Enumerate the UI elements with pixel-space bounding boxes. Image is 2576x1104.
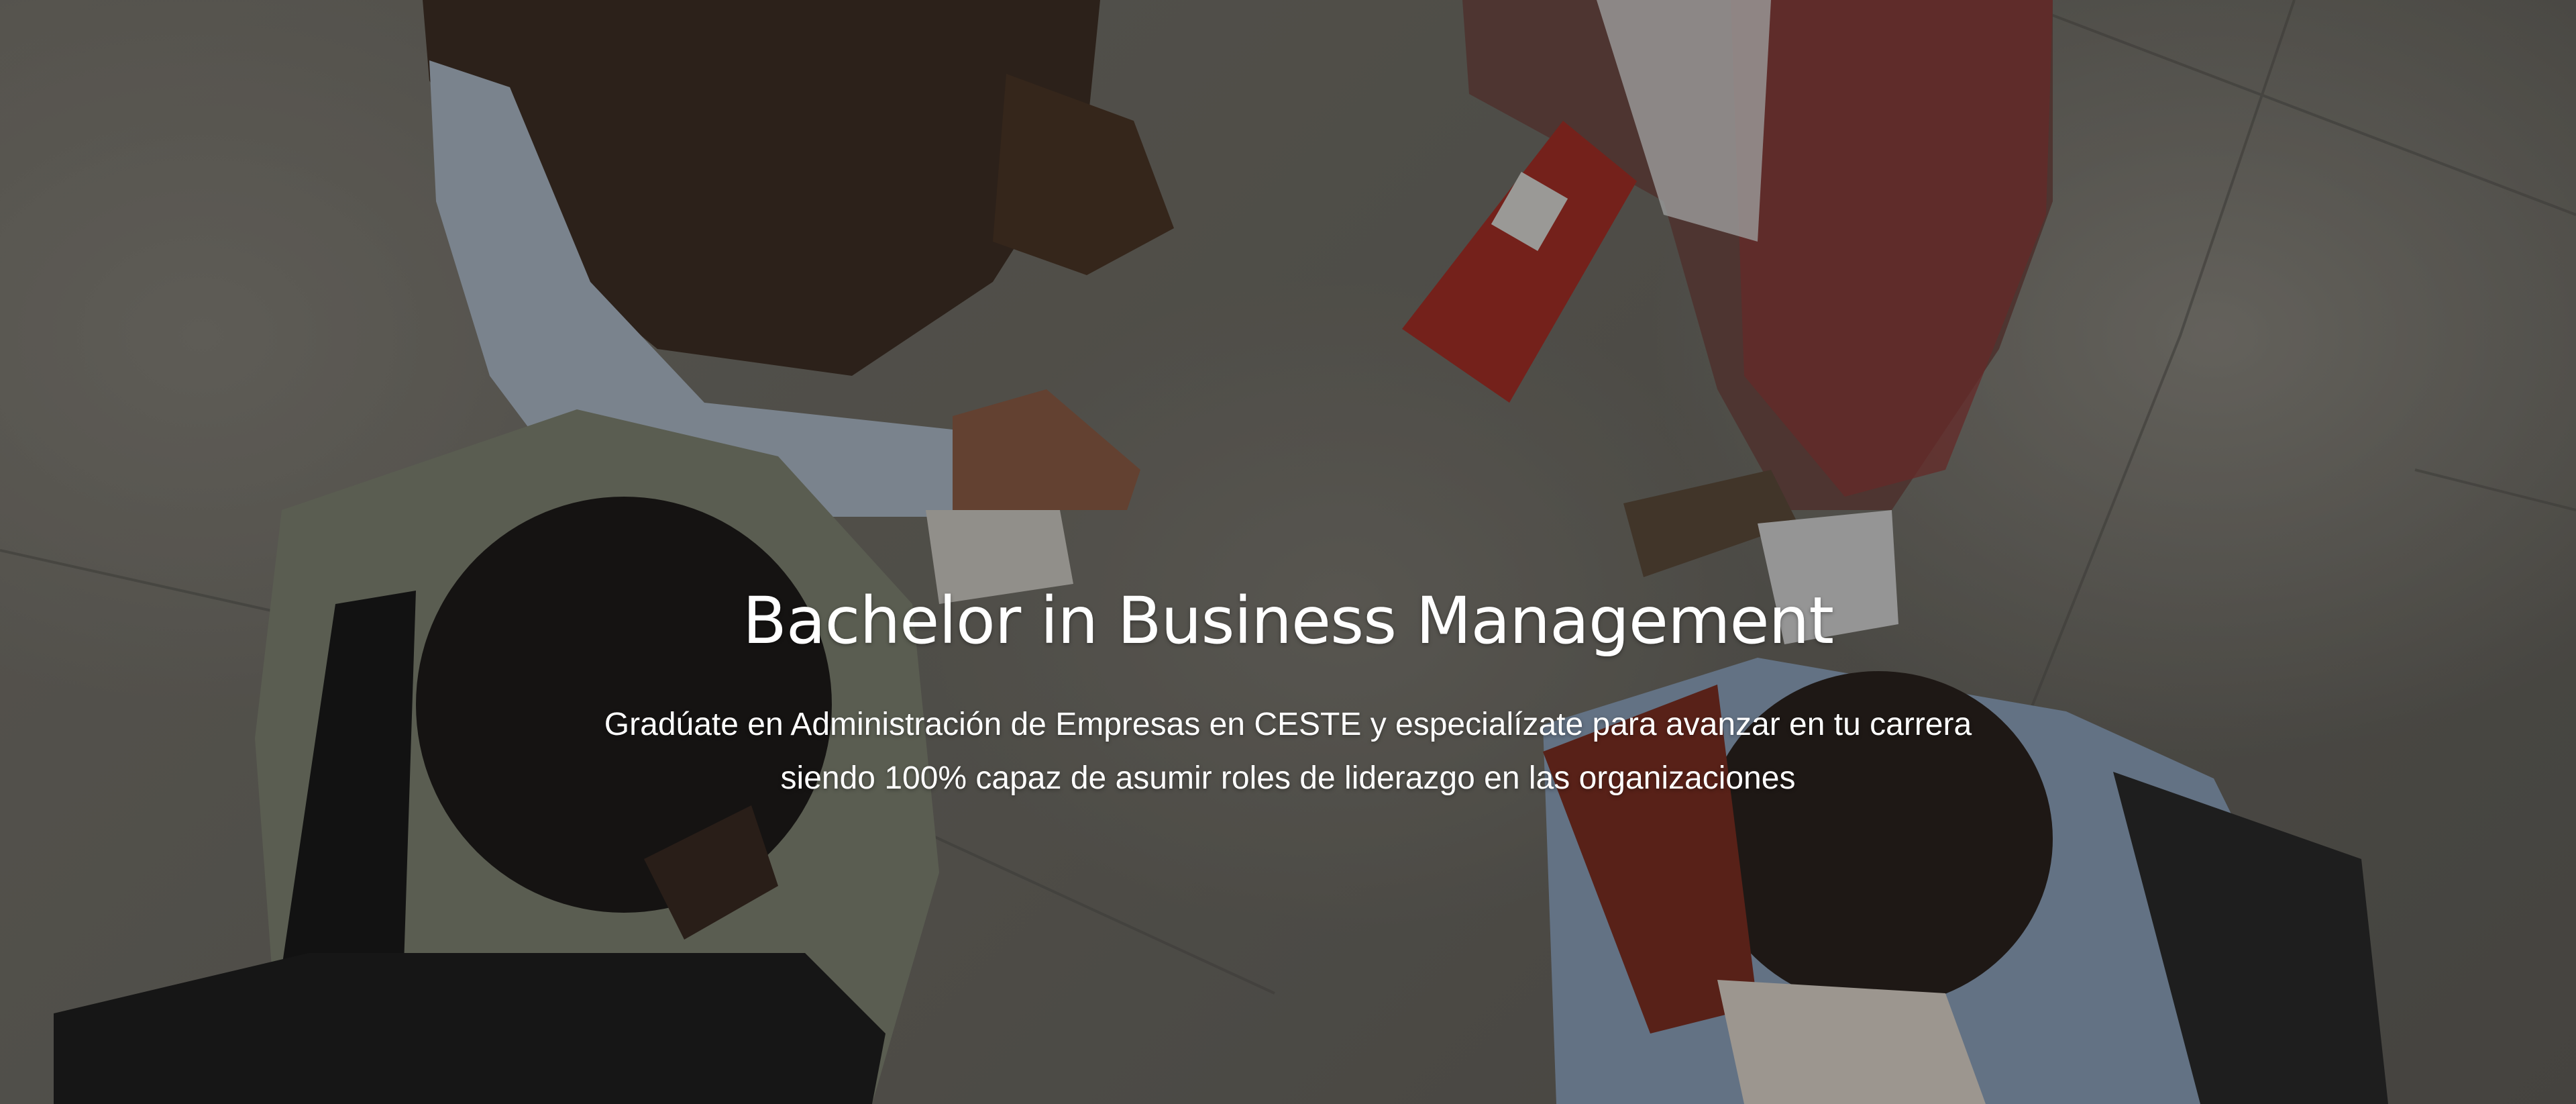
hero-banner: Bachelor in Business Management Gradúate… — [0, 0, 2576, 1104]
hero-subtitle-line-2: siendo 100% capaz de asumir roles de lid… — [780, 760, 1796, 796]
hero-dark-overlay — [0, 0, 2576, 1104]
hero-content: Bachelor in Business Management Gradúate… — [0, 577, 2576, 805]
hero-title: Bachelor in Business Management — [742, 583, 1834, 658]
hero-subtitle-line-1: Gradúate en Administración de Empresas e… — [604, 707, 1972, 742]
hero-subtitle: Gradúate en Administración de Empresas e… — [483, 698, 2093, 805]
